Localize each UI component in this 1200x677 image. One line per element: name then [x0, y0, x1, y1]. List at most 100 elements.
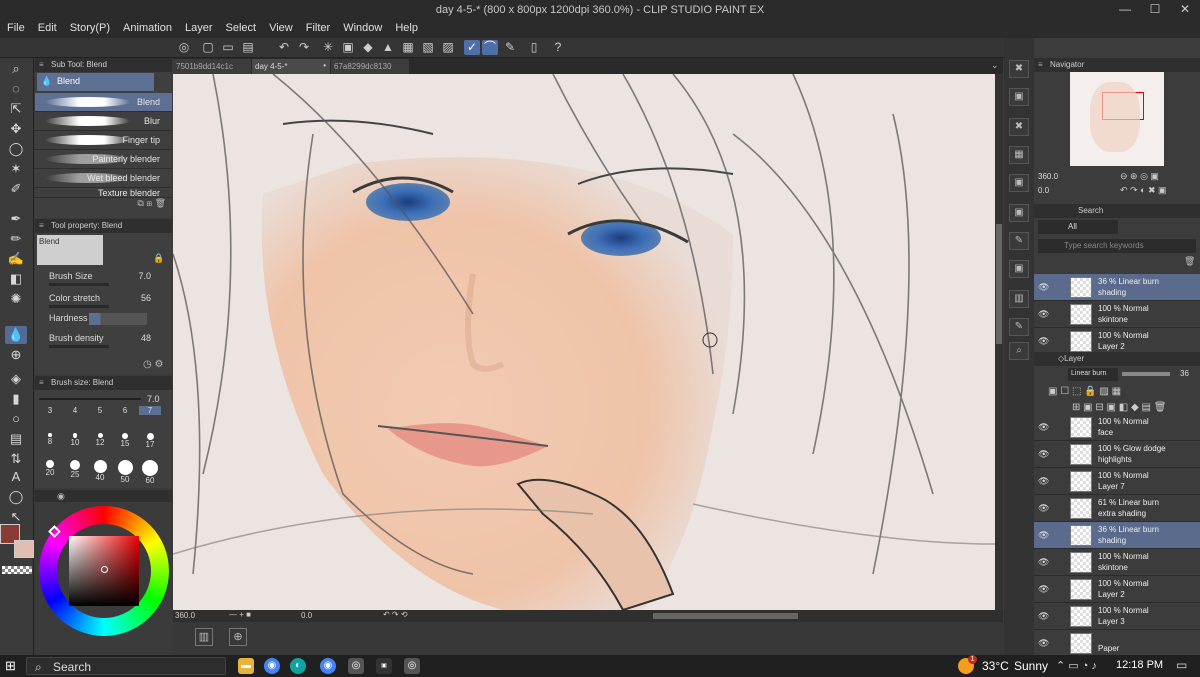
fill-bucket-icon[interactable]: ◈: [5, 370, 27, 388]
chrome-profile-icon[interactable]: ◉: [320, 658, 336, 674]
text-icon[interactable]: A: [5, 468, 27, 486]
opacity-value[interactable]: 36: [1180, 369, 1189, 378]
layer-row[interactable]: 👁 Paper: [1034, 630, 1200, 657]
layer-row[interactable]: 👁 61 % Linear burn extra shading: [1034, 495, 1200, 522]
brush-item[interactable]: Blend: [35, 93, 172, 112]
trash-icon[interactable]: 🗑: [1184, 256, 1195, 267]
panel-menu-icon[interactable]: ≡: [1038, 60, 1050, 69]
eyedropper-icon[interactable]: ✐: [5, 180, 27, 198]
snap-special-ruler-icon[interactable]: ⌒: [482, 40, 498, 55]
canvas-tab[interactable]: 67a8299dc8130: [331, 59, 409, 74]
lasso-icon[interactable]: ◯: [5, 140, 27, 158]
layer-name[interactable]: Layer 7: [1098, 482, 1125, 491]
visibility-eye-icon[interactable]: 👁: [1038, 557, 1049, 568]
device-icon[interactable]: ▯: [526, 40, 542, 55]
brush-size-preset[interactable]: 25: [64, 460, 86, 479]
snap-grid-icon[interactable]: ✎: [502, 40, 518, 55]
brush-size-preset[interactable]: 60: [139, 460, 161, 485]
navigator-preview[interactable]: [1070, 72, 1164, 166]
panel-menu-icon[interactable]: ≡: [39, 221, 51, 230]
layer-row[interactable]: 👁 100 % Normal skintone: [1034, 549, 1200, 576]
visibility-eye-icon[interactable]: 👁: [1038, 422, 1049, 433]
brush-item[interactable]: Wet bleed blender: [35, 169, 172, 188]
open-folder-icon[interactable]: ▭: [220, 40, 236, 55]
shape-icon[interactable]: ○: [5, 410, 27, 428]
visibility-eye-icon[interactable]: 👁: [1038, 638, 1049, 649]
brush-size-slider[interactable]: [39, 398, 141, 400]
layer-name[interactable]: Layer 2: [1098, 342, 1125, 351]
navigator-angle[interactable]: 0.0: [1038, 186, 1049, 195]
layer-property-icon[interactable]: ⊕: [229, 628, 247, 646]
eraser-icon[interactable]: ◧: [5, 270, 27, 288]
canvas-horizontal-scrollbar[interactable]: [653, 613, 798, 619]
reset-icon[interactable]: ◷ ⚙: [143, 359, 163, 370]
layer-name[interactable]: Layer 2: [1098, 590, 1125, 599]
layer-name[interactable]: skintone: [1098, 563, 1128, 572]
layer-row[interactable]: 👁 100 % Normal skintone: [1034, 301, 1200, 328]
material-icon[interactable]: ▣: [1009, 88, 1029, 106]
brush-size-preset[interactable]: 10: [64, 433, 86, 447]
menu-story[interactable]: Story(P): [63, 20, 116, 34]
ruler-icon[interactable]: ▧: [420, 40, 436, 55]
navigator-rotate-controls[interactable]: ↶ ↷ ◐ ✖ ▣: [1120, 185, 1167, 196]
layer-name[interactable]: skintone: [1098, 315, 1128, 324]
gradient-icon[interactable]: ▮: [5, 390, 27, 408]
canvas-vertical-scrollbar[interactable]: [995, 74, 1003, 610]
menu-view[interactable]: View: [262, 20, 299, 34]
layer-row[interactable]: 👁 100 % Normal Layer 2: [1034, 576, 1200, 603]
visibility-eye-icon[interactable]: 👁: [1038, 309, 1049, 320]
color-picker-cursor[interactable]: [101, 566, 108, 573]
figure-icon[interactable]: ⊕: [5, 346, 27, 364]
object-icon[interactable]: ⇱: [5, 100, 27, 118]
layer-name[interactable]: Layer 3: [1098, 617, 1125, 626]
navigator-zoom-controls[interactable]: ⊖ ⊕ ◎ ▣: [1120, 171, 1159, 182]
transparent-color-swatch[interactable]: [2, 566, 32, 574]
menu-layer[interactable]: Layer: [178, 20, 219, 34]
brush-size-preset[interactable]: 12: [89, 433, 111, 447]
material-icon[interactable]: ✎: [1009, 318, 1029, 336]
menu-select[interactable]: Select: [219, 20, 263, 34]
snap-icon[interactable]: ▨: [440, 40, 456, 55]
weather-text[interactable]: Sunny: [1014, 659, 1048, 673]
menu-filter[interactable]: Filter: [299, 20, 336, 34]
clip-studio-icon[interactable]: ◎: [176, 40, 192, 55]
windows-start-icon[interactable]: ⊞: [5, 659, 19, 673]
menu-animation[interactable]: Animation: [116, 20, 178, 34]
taskbar-search-box[interactable]: ⌕ Search: [26, 657, 226, 675]
brush-icon[interactable]: ✍: [5, 250, 27, 268]
layer-row[interactable]: 👁 100 % Glow dodge highlights: [1034, 441, 1200, 468]
subtool-group-tab[interactable]: 💧 Blend: [37, 73, 154, 91]
material-icon[interactable]: ✖: [1009, 118, 1029, 136]
material-icon[interactable]: ▣: [1009, 260, 1029, 278]
grid-icon[interactable]: ▦: [400, 40, 416, 55]
layer-actions-icons[interactable]: ⊞ ▣ ⊟ ▣ ◧ ◆ ▤ 🗑: [1072, 402, 1166, 413]
visibility-eye-icon[interactable]: 👁: [1038, 584, 1049, 595]
menu-help[interactable]: Help: [388, 20, 424, 34]
edge-icon[interactable]: ◐: [290, 658, 306, 674]
drawing-canvas[interactable]: [173, 74, 995, 610]
layer-name[interactable]: face: [1098, 428, 1113, 437]
hardness-row[interactable]: Hardness: [49, 313, 161, 327]
balloon-icon[interactable]: ◯: [5, 488, 27, 506]
pencil-icon[interactable]: ✏: [5, 230, 27, 248]
system-tray-icons[interactable]: ⌃ ▭ ◔ ♪: [1056, 659, 1097, 672]
material-icon[interactable]: ✎: [1009, 232, 1029, 250]
new-subtool-icon[interactable]: ⊞: [146, 198, 152, 208]
layer-row[interactable]: 👁 36 % Linear burn shading: [1034, 522, 1200, 549]
clip-paint-taskbar-icon[interactable]: ▣: [376, 658, 392, 674]
layer-row[interactable]: 👁 36 % Linear burn shading: [1034, 274, 1200, 301]
brush-item[interactable]: Texture blender: [35, 188, 172, 198]
brush-size-preset[interactable]: 15: [114, 433, 136, 448]
layer-name[interactable]: shading: [1098, 536, 1126, 545]
copy-subtool-icon[interactable]: ⧉: [137, 198, 143, 208]
brush-size-preset[interactable]: 20: [39, 460, 61, 477]
temperature[interactable]: 33°C: [982, 659, 1009, 673]
brush-density-slider[interactable]: [49, 345, 109, 348]
brush-size-preset[interactable]: 7: [139, 406, 161, 415]
auto-select-icon[interactable]: ✶: [5, 160, 27, 178]
material-icon[interactable]: ▣: [1009, 174, 1029, 192]
menu-window[interactable]: Window: [336, 20, 388, 34]
material-icon[interactable]: ⌕: [1009, 342, 1029, 360]
material-icon[interactable]: ▥: [1009, 290, 1029, 308]
clear-icon[interactable]: ▣: [340, 40, 356, 55]
